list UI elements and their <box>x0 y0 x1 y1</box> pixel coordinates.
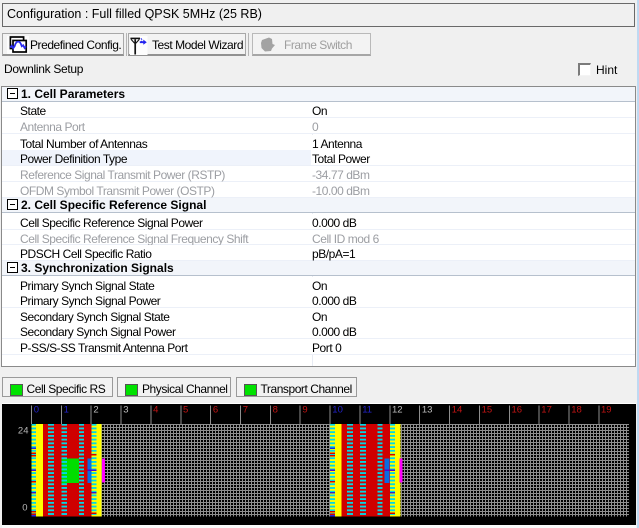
svg-text:6: 6 <box>213 405 218 416</box>
svg-text:0: 0 <box>34 405 39 416</box>
svg-text:0: 0 <box>22 503 27 514</box>
svg-text:12: 12 <box>392 405 403 416</box>
svg-text:8: 8 <box>273 405 278 416</box>
svg-text:1: 1 <box>64 405 69 416</box>
svg-text:10: 10 <box>332 405 343 416</box>
svg-text:11: 11 <box>362 405 372 416</box>
svg-text:7: 7 <box>243 405 248 416</box>
svg-text:5: 5 <box>183 405 188 416</box>
svg-text:13: 13 <box>422 405 433 416</box>
svg-text:14: 14 <box>452 405 463 416</box>
svg-text:24: 24 <box>18 425 29 436</box>
svg-text:9: 9 <box>302 405 307 416</box>
svg-text:3: 3 <box>123 405 128 416</box>
svg-text:16: 16 <box>512 405 523 416</box>
svg-text:2: 2 <box>93 405 98 416</box>
svg-text:17: 17 <box>541 405 552 416</box>
svg-text:18: 18 <box>571 405 582 416</box>
svg-text:15: 15 <box>482 405 493 416</box>
svg-text:19: 19 <box>601 405 612 416</box>
svg-text:4: 4 <box>153 405 158 416</box>
